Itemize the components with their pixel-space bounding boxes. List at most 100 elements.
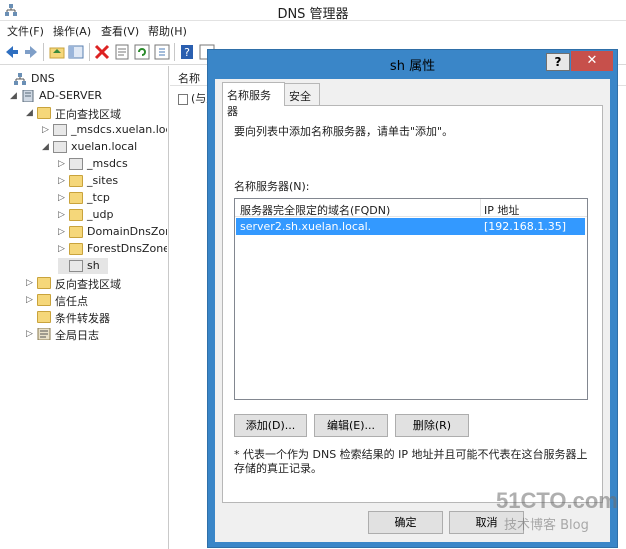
export-list-icon[interactable] xyxy=(153,43,171,61)
tree-item-conditional-forwarders[interactable]: 条件转发器 xyxy=(26,309,167,325)
column-header-name[interactable]: 名称 xyxy=(178,70,200,86)
folder-icon xyxy=(69,226,83,238)
tree-expander[interactable] xyxy=(2,71,12,87)
console-tree-icon[interactable] xyxy=(67,43,85,61)
tree-expander[interactable]: ▷ xyxy=(26,326,36,342)
tree-expander[interactable]: ▷ xyxy=(58,156,68,172)
tree-item-domaindnszones[interactable]: ▷ DomainDnsZones xyxy=(58,224,167,240)
menu-bar: 文件(F) 操作(A) 查看(V) 帮助(H) xyxy=(0,21,626,39)
refresh-icon[interactable] xyxy=(133,43,151,61)
title-bar: DNS 管理器 xyxy=(0,0,626,22)
folder-icon xyxy=(37,311,51,323)
menu-action[interactable]: 操作(A) xyxy=(53,23,91,39)
tab-name-servers[interactable]: 名称服务器 xyxy=(222,82,285,118)
tree-expander[interactable] xyxy=(58,258,68,274)
tree-item-forward-zones[interactable]: ◢ 正向查找区域 xyxy=(26,105,167,121)
tree-expander[interactable]: ▷ xyxy=(26,275,36,291)
back-arrow-icon[interactable] xyxy=(3,43,21,61)
cancel-button[interactable]: 取消 xyxy=(449,511,524,534)
tree-item-label: DomainDnsZones xyxy=(87,225,167,238)
tree-expander[interactable]: ▷ xyxy=(58,190,68,206)
properties-icon[interactable] xyxy=(113,43,131,61)
tree-item-dns[interactable]: DNS xyxy=(2,71,167,87)
tree-item-label: AD-SERVER xyxy=(39,89,103,102)
folder-icon xyxy=(69,209,83,221)
tree-item-msdcs-zone[interactable]: ▷ _msdcs.xuelan.local xyxy=(42,122,167,138)
tree-item-label: _msdcs xyxy=(87,157,128,170)
tree-expander[interactable]: ▷ xyxy=(26,292,36,308)
folder-icon xyxy=(69,175,83,187)
tree-expander[interactable]: ◢ xyxy=(42,139,52,155)
tree-expander[interactable]: ▷ xyxy=(42,122,52,138)
name-servers-list[interactable]: 服务器完全限定的域名(FQDN) IP 地址 server2.sh.xuelan… xyxy=(234,198,588,400)
tree-item-xuelan-local[interactable]: ◢ xuelan.local xyxy=(42,139,167,155)
tree-item-label: 全局日志 xyxy=(55,329,99,342)
tree-item-global-logs[interactable]: ▷ 全局日志 xyxy=(26,326,167,342)
help-button[interactable]: ? xyxy=(546,53,570,71)
tree-expander[interactable]: ◢ xyxy=(26,105,36,121)
edit-button[interactable]: 编辑(E)... xyxy=(314,414,388,437)
tree-item-label: 正向查找区域 xyxy=(55,108,121,121)
dns-icon xyxy=(14,73,26,85)
svg-text:?: ? xyxy=(184,46,190,59)
tree-expander[interactable]: ▷ xyxy=(58,224,68,240)
add-button[interactable]: 添加(D)... xyxy=(234,414,307,437)
tree-expander[interactable]: ◢ xyxy=(10,88,20,104)
tree-item-reverse-zones[interactable]: ▷ 反向查找区域 xyxy=(26,275,167,291)
tree-item-label: _sites xyxy=(87,174,119,187)
folder-icon xyxy=(37,294,51,306)
tree-item-label: _udp xyxy=(87,208,114,221)
close-button[interactable]: ✕ xyxy=(571,51,613,71)
help-book-icon[interactable]: ? xyxy=(178,43,196,61)
tree-item-label: DNS xyxy=(31,72,55,85)
menu-file[interactable]: 文件(F) xyxy=(7,23,44,39)
table-row[interactable]: server2.sh.xuelan.local. [192.168.1.35] xyxy=(236,218,585,235)
folder-icon xyxy=(37,107,51,119)
zone-icon xyxy=(53,124,67,136)
tree-item-label: 反向查找区域 xyxy=(55,278,121,291)
console-tree: DNS ◢ AD-SERVER ◢ 正向查找区域 ▷ _msdcs.xuelan… xyxy=(0,66,169,549)
name-servers-label: 名称服务器(N): xyxy=(234,180,310,193)
menu-view[interactable]: 查看(V) xyxy=(101,23,139,39)
delete-icon[interactable] xyxy=(93,43,111,61)
column-header-fqdn[interactable]: 服务器完全限定的域名(FQDN) xyxy=(240,202,390,218)
toolbar-separator xyxy=(89,43,90,61)
folder-icon xyxy=(69,192,83,204)
tree-item-msdcs[interactable]: ▷ _msdcs xyxy=(58,156,167,172)
tree-expander[interactable] xyxy=(26,309,36,325)
tree-item-sites[interactable]: ▷ _sites xyxy=(58,173,167,189)
sh-properties-dialog: sh 属性 ? ✕ 名称服务器 安全 要向列表中添加名称服务器，请单击"添加"。… xyxy=(207,49,618,548)
row-ip: [192.168.1.35] xyxy=(484,220,567,233)
ok-button[interactable]: 确定 xyxy=(368,511,443,534)
tree-item-trust-points[interactable]: ▷ 信任点 xyxy=(26,292,167,308)
name-servers-panel: 要向列表中添加名称服务器，请单击"添加"。 名称服务器(N): 服务器完全限定的… xyxy=(222,105,603,503)
tab-security[interactable]: 安全 xyxy=(284,83,320,105)
zone-icon xyxy=(69,260,83,272)
column-header-ip[interactable]: IP 地址 xyxy=(484,202,519,218)
tree-expander[interactable]: ▷ xyxy=(58,173,68,189)
tree-item-sh[interactable]: sh xyxy=(58,258,108,274)
list-header: 服务器完全限定的域名(FQDN) IP 地址 xyxy=(235,199,587,217)
instruction-text: 要向列表中添加名称服务器，请单击"添加"。 xyxy=(234,125,454,138)
tree-expander[interactable]: ▷ xyxy=(58,207,68,223)
tree-item-label: ForestDnsZones xyxy=(87,242,167,255)
menu-help[interactable]: 帮助(H) xyxy=(148,23,187,39)
tree-item-label: 条件转发器 xyxy=(55,312,110,325)
column-divider[interactable] xyxy=(480,199,481,217)
toolbar-separator xyxy=(174,43,175,61)
record-icon xyxy=(178,93,188,105)
forward-arrow-icon[interactable] xyxy=(22,43,40,61)
tree-item-ad-server[interactable]: ◢ AD-SERVER xyxy=(10,88,167,104)
tree-expander[interactable]: ▷ xyxy=(58,241,68,257)
footnote-text: * 代表一个作为 DNS 检索结果的 IP 地址并且可能不代表在这台服务器上存储… xyxy=(234,448,588,475)
up-folder-icon[interactable] xyxy=(48,43,66,61)
server-icon xyxy=(22,90,34,102)
tree-item-tcp[interactable]: ▷ _tcp xyxy=(58,190,167,206)
folder-icon xyxy=(37,277,51,289)
window-title: DNS 管理器 xyxy=(277,7,349,22)
tree-item-forestdnszones[interactable]: ▷ ForestDnsZones xyxy=(58,241,167,257)
tree-item-udp[interactable]: ▷ _udp xyxy=(58,207,167,223)
log-icon xyxy=(37,328,51,340)
remove-button[interactable]: 删除(R) xyxy=(395,414,469,437)
row-fqdn: server2.sh.xuelan.local. xyxy=(240,220,372,233)
